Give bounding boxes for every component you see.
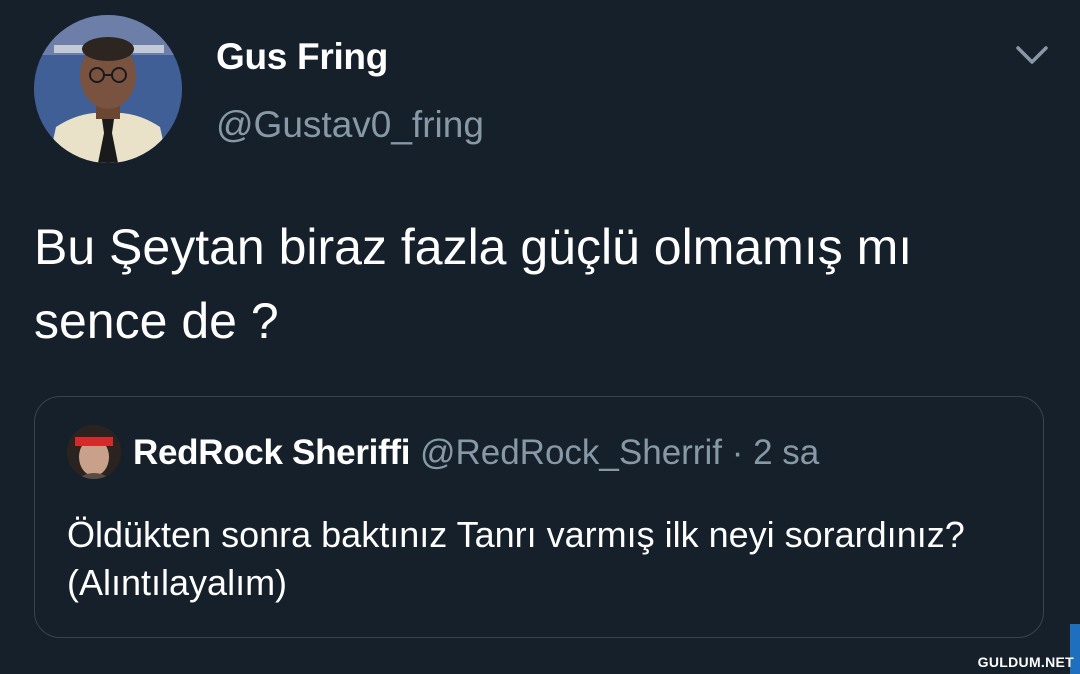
quoted-tweet-header: RedRock Sheriffi @RedRock_Sherrif · 2 sa	[133, 431, 819, 475]
author-handle[interactable]: @Gustav0_fring	[216, 104, 484, 146]
quoted-tweet[interactable]: RedRock Sheriffi @RedRock_Sherrif · 2 sa…	[34, 396, 1044, 638]
quoted-author-avatar[interactable]	[67, 425, 121, 479]
author-name[interactable]: Gus Fring	[216, 36, 388, 78]
header-separator: ·	[731, 433, 744, 472]
tweet-text: Bu Şeytan biraz fazla güçlü olmamış mı s…	[34, 219, 913, 349]
quoted-tweet-text: Öldükten sonra baktınız Tanrı varmış ilk…	[67, 514, 985, 603]
quoted-author-name[interactable]: RedRock Sheriffi	[133, 433, 411, 472]
watermark: GULDUM.NET	[977, 654, 1074, 670]
tweet-card: Gus Fring @Gustav0_fring Bu Şeytan biraz…	[0, 0, 1080, 674]
author-avatar[interactable]	[34, 15, 182, 163]
quoted-author-handle[interactable]: @RedRock_Sherrif	[420, 433, 722, 472]
chevron-down-icon[interactable]	[1014, 40, 1050, 70]
quoted-tweet-time[interactable]: 2 sa	[753, 433, 819, 472]
